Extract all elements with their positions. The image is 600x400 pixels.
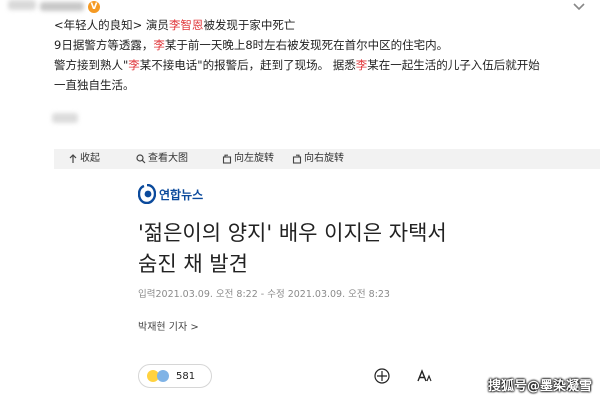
post-line: <年轻人的良知> 演员李智恩被发现于家中死亡 (54, 15, 589, 35)
post-line: 警方接到熟人"李某不接电话"的报警后，赶到了现场。 据悉李某在一起生活的儿子入伍… (54, 55, 589, 75)
reaction-button[interactable]: 581 (138, 364, 212, 388)
highlight-name[interactable]: 李 (153, 38, 165, 52)
highlight-name[interactable]: 李 (356, 58, 368, 72)
post-body: <年轻人的良知> 演员李智恩被发现于家中死亡 9日据警方等透露，李某于前一天晚上… (54, 15, 589, 95)
post-header: V (0, 0, 600, 14)
rotate-right-icon (292, 154, 302, 164)
post-text-segment: 某在一起生活的儿子入伍后就开始 (367, 58, 540, 72)
article-timestamp: 입력2021.03.09. 오전 8:22 - 수정 2021.03.09. 오… (138, 289, 390, 300)
collapse-icon (69, 154, 77, 163)
yonhap-logo: 연합뉴스 (138, 183, 203, 205)
magnifier-icon (136, 154, 146, 164)
article-title: '젊은이의 양지' 배우 이지은 자택서 숨진 채 발견 (138, 218, 508, 280)
watermark: 搜狐号@墨染凝雪 (487, 379, 592, 394)
rotate-left-icon (222, 154, 232, 164)
reaction-count: 581 (176, 370, 196, 382)
reporter-link[interactable]: 박재현 기자 > (138, 318, 199, 333)
article-title-line: 숨진 채 발견 (138, 252, 248, 276)
post-text-segment: 某不接电话"的报警后，赶到了现场。 据悉 (139, 58, 356, 72)
post-text-segment: 警方接到熟人" (54, 58, 129, 72)
post-text-segment: 被发现于家中死亡 (203, 18, 296, 32)
rotate-left-button[interactable]: 向左旋转 (222, 152, 274, 166)
chevron-down-icon[interactable] (572, 2, 586, 12)
collapse-button[interactable]: 收起 (68, 152, 100, 166)
avatar[interactable] (8, 0, 36, 10)
highlight-name[interactable]: 李智恩 (169, 18, 204, 32)
view-large-label: 查看大图 (148, 153, 188, 164)
username[interactable] (40, 2, 84, 11)
verified-badge-icon: V (88, 1, 100, 13)
blurred-text (52, 113, 78, 123)
font-size-icon[interactable] (374, 368, 390, 384)
rotate-right-label: 向右旋转 (304, 153, 344, 164)
view-large-button[interactable]: 查看大图 (136, 152, 188, 166)
yonhap-logo-icon (138, 184, 156, 204)
highlight-name[interactable]: 李 (128, 58, 140, 72)
post-text-segment: 某于前一天晚上8时左右被发现死在首尔中区的住宅内。 (164, 38, 449, 52)
rotate-left-label: 向左旋转 (234, 153, 274, 164)
post-text-segment: <年轻人的良知> 演员 (54, 18, 169, 32)
post-text-segment: 一直独自生活。 (54, 78, 135, 92)
article-title-line: '젊은이의 양지' 배우 이지은 자택서 (138, 221, 447, 245)
rotate-right-button[interactable]: 向右旋转 (292, 152, 344, 166)
logo-text: 연합뉴스 (159, 187, 204, 202)
cry-emoji-icon (157, 370, 169, 382)
collapse-label: 收起 (80, 153, 100, 164)
post-text-segment: 9日据警方等透露， (54, 38, 154, 52)
article-screenshot[interactable]: 연합뉴스 '젊은이의 양지' 배우 이지은 자택서 숨진 채 발견 입력2021… (124, 175, 514, 400)
post-line: 9日据警方等透露，李某于前一天晚上8时左右被发现死在首尔中区的住宅内。 (54, 35, 589, 55)
text-size-icon[interactable] (416, 368, 432, 384)
image-toolbar: 收起 查看大图 向左旋转 向右旋转 (54, 149, 600, 169)
post-line: 一直独自生活。 (54, 75, 589, 95)
